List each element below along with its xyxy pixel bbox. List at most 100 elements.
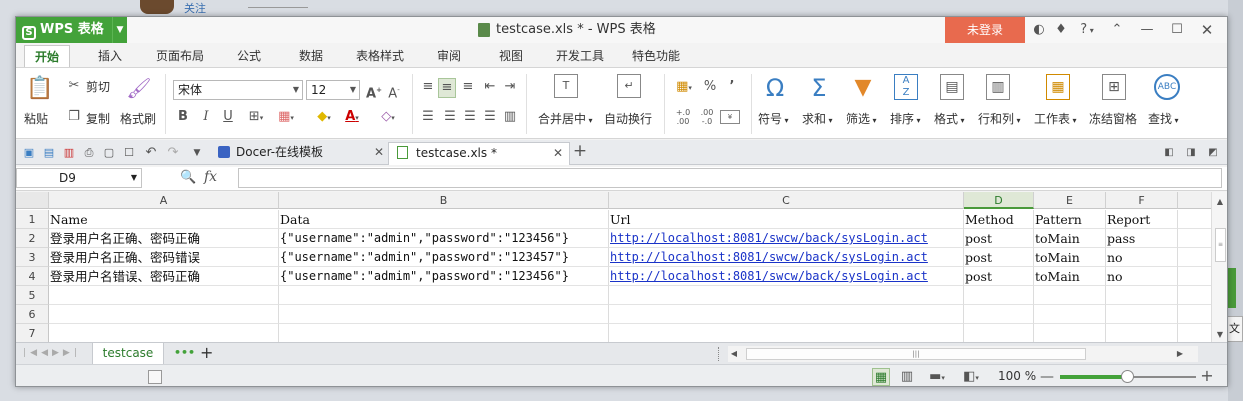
table-cell[interactable]	[1178, 248, 1211, 267]
row-col-icon[interactable]: ▥	[986, 74, 1010, 100]
table-cell[interactable]: post	[964, 248, 1034, 267]
filter-button[interactable]: 筛选 ▾	[846, 110, 877, 127]
macro-record-icon[interactable]	[148, 370, 162, 384]
row-header[interactable]: 7	[16, 324, 49, 342]
name-box[interactable]: D9 ▼	[16, 168, 142, 188]
scroll-up-icon[interactable]: ▲	[1214, 193, 1226, 211]
worksheet-button[interactable]: 工作表 ▾	[1034, 110, 1077, 127]
window-list-icon[interactable]: ◧	[1162, 144, 1176, 162]
table-cell[interactable]	[964, 305, 1034, 324]
spreadsheet-grid[interactable]: A B C D E F 1 2 3 4 5 6 7 Name Data Url …	[16, 192, 1211, 342]
wrap-text-icon[interactable]: ↵	[617, 74, 641, 98]
row-col-button[interactable]: 行和列 ▾	[978, 110, 1021, 127]
table-cell[interactable]	[1034, 286, 1106, 305]
undo-icon[interactable]: ↶	[144, 144, 158, 162]
export-pdf-icon[interactable]: ▥	[62, 144, 76, 162]
table-cell[interactable]: post	[964, 267, 1034, 286]
column-header[interactable]: C	[609, 192, 964, 209]
align-top-icon[interactable]: ≡	[420, 78, 436, 96]
close-tab-icon[interactable]: ✕	[553, 143, 563, 164]
table-cell[interactable]	[964, 324, 1034, 342]
table-cell[interactable]: Method	[964, 210, 1034, 229]
tab-insert[interactable]: 插入	[98, 45, 122, 67]
close-icon[interactable]: ✕	[1196, 17, 1218, 43]
scissors-icon[interactable]: ✂	[66, 77, 82, 95]
table-cell[interactable]	[1178, 210, 1211, 229]
column-header[interactable]	[1178, 192, 1211, 209]
select-all-corner[interactable]	[16, 192, 49, 209]
zoom-level[interactable]: 100 %	[998, 369, 1036, 383]
table-cell[interactable]	[1178, 267, 1211, 286]
increase-decimal-icon[interactable]: +.0.00	[672, 108, 694, 126]
omega-icon[interactable]: Ω	[762, 74, 788, 102]
scrollbar-thumb[interactable]: ≡	[1215, 228, 1226, 262]
merge-center-button[interactable]: 合并居中 ▾	[538, 110, 593, 127]
row-header[interactable]: 2	[16, 229, 49, 248]
table-cell[interactable]	[279, 305, 609, 324]
column-header[interactable]: F	[1106, 192, 1178, 209]
cut-button[interactable]: 剪切	[86, 78, 110, 95]
border-icon[interactable]: ⊞▾	[244, 108, 268, 127]
column-header[interactable]: A	[49, 192, 279, 209]
table-cell[interactable]	[1106, 324, 1178, 342]
page-layout-view-icon[interactable]: ▥	[898, 368, 916, 386]
row-header[interactable]: 4	[16, 267, 49, 286]
font-size-select[interactable]: 12 ▼	[306, 80, 360, 100]
symbol-button[interactable]: 符号 ▾	[758, 110, 789, 127]
app-menu-button[interactable]: S WPS 表格	[16, 17, 127, 43]
find-button[interactable]: 查找 ▾	[1148, 110, 1179, 127]
url-link-cell[interactable]: http://localhost:8081/swcw/back/sysLogin…	[609, 248, 964, 267]
more-sheets-icon[interactable]: •••	[174, 343, 195, 363]
bold-icon[interactable]: B	[176, 108, 190, 126]
table-cell[interactable]: Url	[609, 210, 964, 229]
distribute-icon[interactable]: ▥	[502, 108, 518, 126]
tab-view[interactable]: 视图	[499, 45, 523, 67]
font-name-select[interactable]: 宋体 ▼	[173, 80, 303, 100]
currency-format-icon[interactable]: ¥	[720, 110, 740, 124]
table-cell[interactable]: Pattern	[1034, 210, 1106, 229]
add-sheet-button[interactable]: +	[200, 343, 213, 363]
table-cell[interactable]	[1034, 305, 1106, 324]
sigma-icon[interactable]: Σ	[806, 74, 832, 102]
new-file-icon[interactable]: ▣	[22, 144, 36, 162]
table-cell[interactable]	[49, 324, 279, 342]
help-button[interactable]: ? ▾	[1074, 17, 1100, 43]
decrease-decimal-icon[interactable]: .00 -.0	[696, 108, 718, 126]
align-left-icon[interactable]: ☰	[420, 108, 436, 126]
zoom-search-icon[interactable]: 🔍	[180, 169, 196, 187]
spellcheck-icon[interactable]: ☐	[122, 144, 136, 162]
table-cell[interactable]: no	[1106, 248, 1178, 267]
align-middle-icon[interactable]: ≡	[438, 78, 456, 98]
paste-button[interactable]: 粘贴	[24, 110, 48, 127]
table-cell[interactable]: {"username":"admin","password":"123456"}	[279, 229, 609, 248]
funnel-icon[interactable]: ▼	[850, 74, 876, 102]
table-cell[interactable]: post	[964, 229, 1034, 248]
increase-font-icon[interactable]: A+	[366, 81, 382, 103]
table-cell[interactable]	[279, 324, 609, 342]
row-header[interactable]: 3	[16, 248, 49, 267]
tab-review[interactable]: 审阅	[437, 45, 461, 67]
sort-icon[interactable]: AZ	[894, 74, 918, 100]
tab-special[interactable]: 特色功能	[632, 45, 680, 67]
clear-format-icon[interactable]: ▦▾	[274, 108, 298, 127]
close-tab-icon[interactable]: ✕	[374, 142, 384, 163]
table-cell[interactable]	[609, 286, 964, 305]
backup-icon[interactable]: ◨	[1184, 144, 1198, 162]
find-icon[interactable]: ABC	[1154, 74, 1180, 100]
skin-icon[interactable]: ◐	[1028, 17, 1050, 43]
table-cell[interactable]: Report	[1106, 210, 1178, 229]
sheet-nav-arrows[interactable]: |◀◀▶▶|	[22, 344, 82, 362]
zoom-in-icon[interactable]: +	[1200, 367, 1214, 385]
login-button[interactable]: 未登录	[945, 17, 1025, 43]
tab-table-style[interactable]: 表格样式	[356, 45, 404, 67]
quick-access-dropdown-icon[interactable]: ▼	[190, 144, 204, 162]
freeze-panes-button[interactable]: 冻结窗格	[1089, 110, 1137, 127]
sort-button[interactable]: 排序 ▾	[890, 110, 921, 127]
table-cell[interactable]: toMain	[1034, 229, 1106, 248]
normal-view-icon[interactable]: ▦	[872, 368, 890, 386]
wrap-text-button[interactable]: 自动换行	[604, 110, 652, 127]
table-cell[interactable]: 登录用户名错误、密码正确	[49, 267, 279, 286]
tab-formulas[interactable]: 公式	[237, 45, 261, 67]
new-tab-icon[interactable]: +	[572, 142, 588, 160]
number-format-icon[interactable]: ▦▾	[671, 78, 697, 97]
